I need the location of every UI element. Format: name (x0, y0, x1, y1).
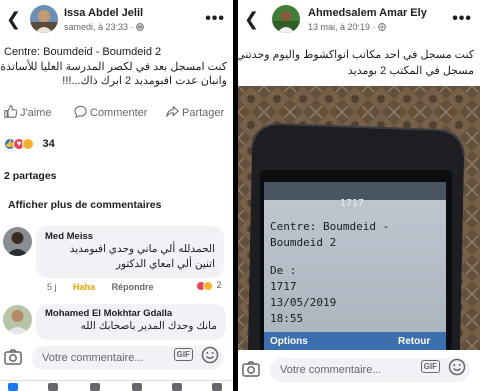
comment-bubble: Mohamed El Mokhtar Gdalla مانك وحدك المد… (36, 304, 226, 340)
reaction-summary[interactable]: 👍 ♥ 34 (4, 135, 55, 150)
comment-label: Commenter (90, 107, 148, 119)
gif-button[interactable]: GIF (173, 348, 193, 361)
like-button[interactable]: J'aime (4, 105, 51, 119)
timestamp-text: 13 mai, à 20:19 · (308, 22, 376, 32)
sms-text-line: 18:55 (270, 312, 304, 325)
watch-tab-icon[interactable] (132, 383, 142, 391)
post-timestamp[interactable]: 13 mai, à 20:19 · (308, 22, 386, 32)
share-label: Partager (182, 107, 225, 119)
sms-text-line: 1717 (270, 280, 297, 293)
timestamp-text: samedi, à 23:33 · (64, 22, 134, 32)
left-post-panel: ❮ Issa Abdel Jelil samedi, à 23:33 · •••… (0, 0, 233, 391)
gif-button[interactable]: GIF (420, 360, 440, 373)
post-timestamp[interactable]: samedi, à 23:33 · (64, 22, 144, 32)
like-label: J'aime (20, 107, 52, 119)
reaction-count: 34 (42, 137, 55, 150)
sms-text-line: Centre: Boumdeid - (270, 220, 390, 233)
comment-composer: Votre commentaire... GIF (0, 344, 233, 372)
globe-icon (378, 23, 386, 31)
avatar[interactable] (3, 305, 32, 334)
share-icon (166, 106, 179, 117)
comment-input[interactable]: Votre commentaire... (32, 346, 223, 370)
post-author-name[interactable]: Issa Abdel Jelil (64, 7, 143, 19)
post-author-name[interactable]: Ahmedsalem Amar Ely (308, 7, 427, 19)
avatar[interactable] (3, 227, 32, 256)
more-options-icon[interactable]: ••• (205, 10, 225, 28)
comment-time: 5 j (47, 282, 57, 292)
phone-softkey-left: Options (270, 336, 308, 347)
comment-text: الحمدلله ألي ماني وحدي افبومديد (69, 243, 215, 255)
post-text-line: كنت امسجل بعد في لكصر المدرسة العليا للأ… (0, 61, 227, 73)
post-text-line: وانبان عدت افبومديد 2 ابرك ذاك...!!! (62, 75, 227, 87)
haha-reaction-icon (22, 137, 34, 150)
menu-tab-icon[interactable] (212, 383, 222, 391)
camera-icon[interactable] (4, 349, 22, 370)
sms-text-line: Boumdeid 2 (270, 236, 337, 249)
post-header: ❮ Ahmedsalem Amar Ely 13 mai, à 20:19 · … (238, 0, 480, 40)
share-button[interactable]: Partager (166, 105, 224, 119)
post-actions-bar: J'aime Commenter Partager (0, 103, 233, 123)
thumbs-up-icon (4, 105, 18, 118)
groups-tab-icon[interactable] (90, 383, 100, 391)
comment-reaction-badge[interactable]: 2 (196, 280, 222, 291)
back-arrow-icon[interactable]: ❮ (6, 9, 21, 30)
show-more-comments-link[interactable]: Afficher plus de commentaires (8, 199, 161, 211)
reply-button[interactable]: Répondre (112, 282, 154, 292)
comment-placeholder: Votre commentaire... (280, 364, 382, 376)
home-tab-icon[interactable] (8, 383, 18, 391)
post-header: ❮ Issa Abdel Jelil samedi, à 23:33 · ••• (0, 0, 233, 40)
phone-softkey-right: Retour (398, 336, 431, 347)
comment-input[interactable]: Votre commentaire... (270, 358, 470, 382)
comment-placeholder: Votre commentaire... (42, 352, 144, 364)
comment-text: مانك وحدك المدير باصحابك الله (80, 320, 217, 332)
bottom-tab-bar (0, 380, 233, 391)
haha-reaction-button[interactable]: Haha (73, 282, 95, 292)
haha-reaction-icon (203, 280, 213, 291)
comment-author[interactable]: Mohamed El Mokhtar Gdalla (45, 308, 217, 319)
more-options-icon[interactable]: ••• (452, 10, 472, 28)
notifications-tab-icon[interactable] (172, 383, 182, 391)
comment-bubble: Med Meiss الحمدلله ألي ماني وحدي افبومدي… (36, 226, 224, 278)
sms-text-line: De : (270, 264, 297, 277)
comment-reaction-count: 2 (216, 280, 222, 290)
comment-icon (74, 105, 87, 119)
back-arrow-icon[interactable]: ❮ (244, 9, 259, 30)
phone-sender-number: 1717 (340, 198, 365, 209)
friends-tab-icon[interactable] (48, 383, 58, 391)
comment-meta: 5 j Haha Répondre (47, 282, 168, 292)
phone-screen: 1717 Centre: Boumdeid - Boumdeid 2 De : … (238, 86, 480, 350)
post-photo[interactable]: 1717 Centre: Boumdeid - Boumdeid 2 De : … (238, 86, 480, 350)
avatar[interactable] (272, 5, 300, 33)
post-text-line: Centre: Boumdeid - Boumdeid 2 (4, 46, 162, 58)
camera-icon[interactable] (242, 361, 260, 382)
comment-button[interactable]: Commenter (74, 105, 147, 119)
sms-text-line: 13/05/2019 (270, 296, 337, 309)
avatar[interactable] (30, 5, 58, 33)
post-text-line: كنت مسجل في احد مكاتب انواكشوط واليوم وج… (238, 49, 474, 61)
emoji-icon[interactable] (201, 346, 219, 369)
shares-count[interactable]: 2 partages (4, 170, 57, 182)
globe-icon (136, 23, 144, 31)
emoji-icon[interactable] (448, 358, 466, 381)
comment-text: اتنين ألي امعاي الدكتور (115, 258, 215, 270)
post-text-line: مسجل في المكتب 2 بومديد (347, 65, 474, 77)
right-post-panel: ❮ Ahmedsalem Amar Ely 13 mai, à 20:19 · … (238, 0, 480, 391)
comment-composer: Votre commentaire... GIF (238, 356, 480, 384)
comment-author[interactable]: Med Meiss (45, 231, 215, 242)
